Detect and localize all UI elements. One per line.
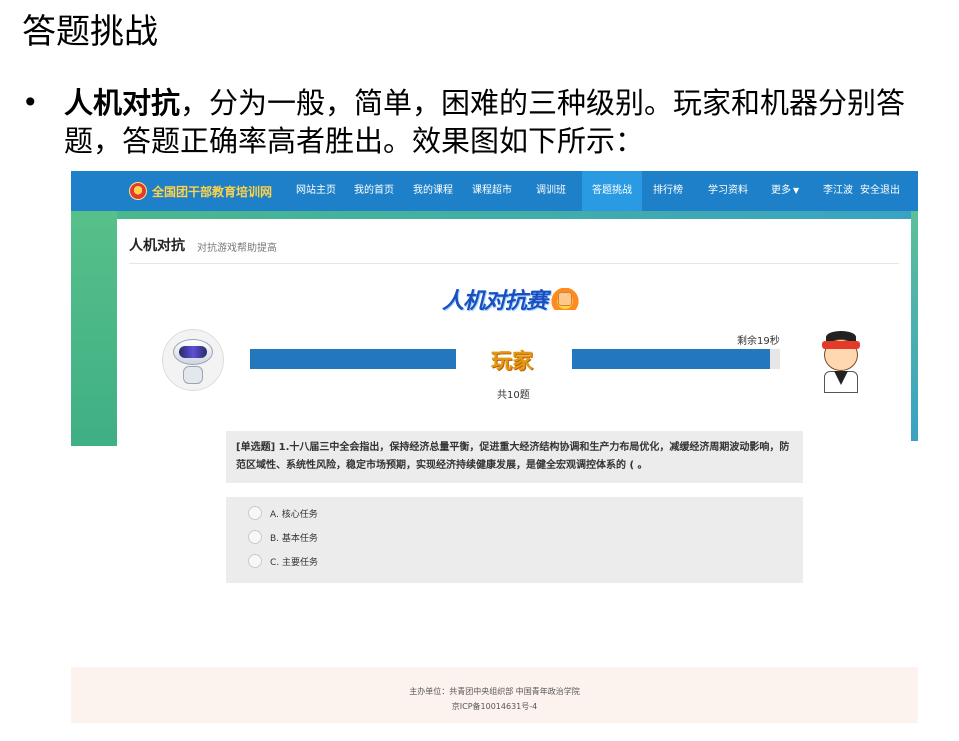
question-text: [单选题] 1.十八届三中全会指出，保持经济总量平衡，促进重大经济结构协调和生产… <box>236 442 790 471</box>
nav-my-homepage[interactable]: 我的首页 <box>354 171 394 211</box>
option-c-label: C. 主要任务 <box>270 557 319 568</box>
player-label: 玩家 <box>491 349 533 373</box>
chevron-down-icon: ▼ <box>793 186 800 195</box>
nav-learning-materials[interactable]: 学习资料 <box>708 171 748 211</box>
site-logo[interactable]: 全国团干部教育培训网 <box>129 182 272 200</box>
nav-more-label: 更多 <box>771 185 791 196</box>
nav-leaderboard[interactable]: 排行榜 <box>653 171 683 211</box>
nav-my-courses[interactable]: 我的课程 <box>413 171 453 211</box>
option-a-label: A. 核心任务 <box>270 509 318 520</box>
player-avatar <box>810 329 874 395</box>
radio-button[interactable] <box>248 554 262 568</box>
bullet-dot: • <box>22 86 39 119</box>
top-navbar: 全国团干部教育培训网 网站主页 我的首页 我的课程 课程超市 调训班 答题挑战 … <box>71 171 918 211</box>
player-progress-bar <box>572 349 780 369</box>
robot-body <box>183 366 203 384</box>
question-box: [单选题] 1.十八届三中全会指出，保持经济总量平衡，促进重大经济结构协调和生产… <box>226 431 803 483</box>
bullet-text: 人机对抗，分为一般，简单，困难的三种级别。玩家和机器分别答题，答题正确率高者胜出… <box>64 84 944 160</box>
player-headband <box>822 341 860 349</box>
background-left <box>71 211 117 446</box>
countdown-timer: 剩余19秒 <box>737 336 780 347</box>
league-emblem-icon <box>129 182 147 200</box>
options-box: A. 核心任务 B. 基本任务 C. 主要任务 <box>226 497 803 583</box>
nav-home[interactable]: 网站主页 <box>296 171 336 211</box>
background-band <box>117 211 911 219</box>
flaming-fist-icon <box>551 286 581 312</box>
total-questions: 共10题 <box>497 390 530 401</box>
page-subtitle: 对抗游戏帮助提高 <box>197 243 277 254</box>
bullet-rest-text: ，分为一般，简单，困难的三种级别。玩家和机器分别答题，答题正确率高者胜出。效果图… <box>64 86 906 158</box>
robot-avatar <box>162 329 224 391</box>
site-footer: 主办单位：共青团中央组织部 中国青年政治学院 京ICP备10014631号-4 <box>71 667 918 723</box>
radio-button[interactable] <box>248 530 262 544</box>
footer-icp: 京ICP备10014631号-4 <box>451 702 538 711</box>
bullet-bold-text: 人机对抗 <box>64 86 181 120</box>
website-screenshot: 全国团干部教育培训网 网站主页 我的首页 我的课程 课程超市 调训班 答题挑战 … <box>71 171 918 723</box>
machine-progress-bar <box>250 349 456 369</box>
machine-progress-fill <box>250 349 456 369</box>
option-b[interactable]: B. 基本任务 <box>248 529 318 545</box>
nav-more[interactable]: 更多 ▼ <box>771 171 799 211</box>
slide-title: 答题挑战 <box>22 12 158 52</box>
radio-button[interactable] <box>248 506 262 520</box>
robot-visor <box>179 346 207 358</box>
nav-user-name[interactable]: 李江波 <box>823 171 853 211</box>
battle-banner: 人机对抗赛 <box>442 281 581 317</box>
nav-training-class[interactable]: 调训班 <box>536 171 566 211</box>
option-b-label: B. 基本任务 <box>270 533 318 544</box>
nav-logout[interactable]: 安全退出 <box>860 171 900 211</box>
nav-quiz-challenge[interactable]: 答题挑战 <box>582 171 642 211</box>
option-a[interactable]: A. 核心任务 <box>248 505 318 521</box>
battle-card: 人机对抗 对抗游戏帮助提高 人机对抗赛 剩余19秒 玩家 共10题 [单选题] … <box>117 219 911 723</box>
option-c[interactable]: C. 主要任务 <box>248 553 318 569</box>
banner-text: 人机对抗赛 <box>442 289 548 314</box>
page-title: 人机对抗 <box>129 238 185 254</box>
title-divider <box>129 263 899 264</box>
site-logo-text: 全国团干部教育培训网 <box>152 184 273 199</box>
footer-sponsor: 主办单位：共青团中央组织部 中国青年政治学院 <box>409 687 580 696</box>
background-right <box>911 211 918 441</box>
player-progress-fill <box>572 349 770 369</box>
nav-course-market[interactable]: 课程超市 <box>472 171 512 211</box>
